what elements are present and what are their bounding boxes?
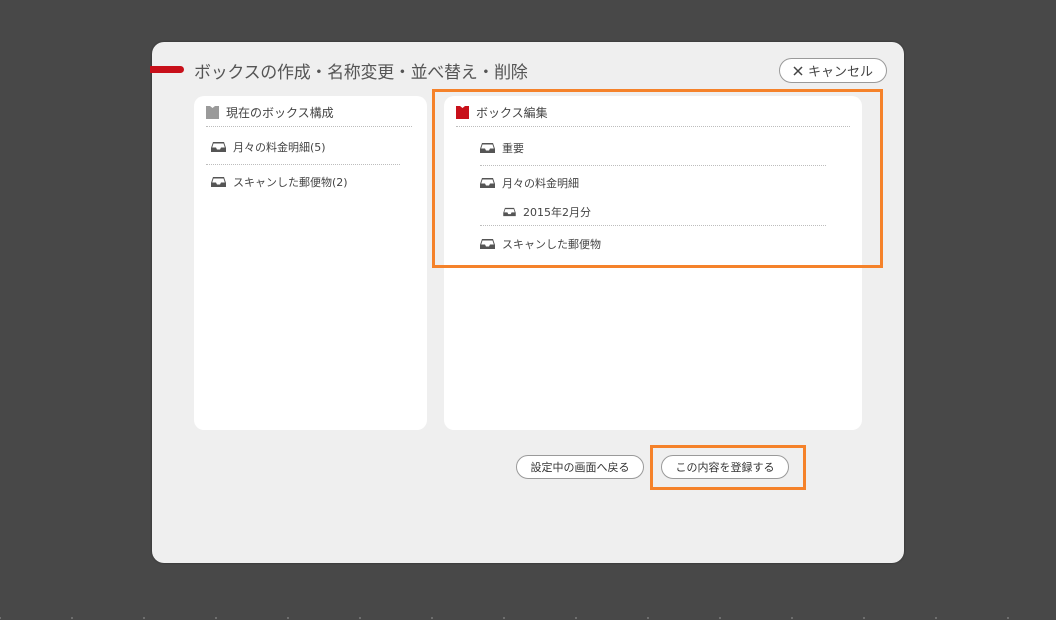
box-management-dialog: ボックスの作成・名称変更・並べ替え・削除 キャンセル 現在のボックス構成 月々の… bbox=[150, 42, 904, 563]
divider bbox=[206, 126, 412, 127]
box-edit-header: ボックス編集 bbox=[456, 104, 548, 121]
back-to-settings-button[interactable]: 設定中の画面へ戻る bbox=[516, 455, 644, 479]
list-item[interactable]: スキャンした郵便物(2) bbox=[211, 174, 348, 190]
box-edit-item-monthly[interactable]: 月々の料金明細 bbox=[480, 175, 579, 191]
list-item[interactable]: 月々の料金明細(5) bbox=[211, 139, 326, 155]
list-item-label: 重要 bbox=[502, 142, 524, 155]
box-edit-item-important[interactable]: 重要 bbox=[480, 140, 524, 156]
inbox-tray-icon bbox=[211, 142, 226, 152]
current-boxes-panel: 現在のボックス構成 月々の料金明細(5) スキャンした郵便物(2) bbox=[194, 96, 427, 430]
box-icon bbox=[456, 106, 469, 119]
back-button-label: 設定中の画面へ戻る bbox=[530, 461, 630, 474]
box-edit-panel: ボックス編集 重要 月々の料金明細 2015年2月分 スキャンした郵便物 bbox=[444, 96, 862, 430]
box-edit-subitem-feb-2015[interactable]: 2015年2月分 bbox=[503, 204, 591, 220]
close-icon bbox=[793, 65, 803, 76]
cancel-label: キャンセル bbox=[807, 65, 873, 80]
box-edit-item-scanned-mail[interactable]: スキャンした郵便物 bbox=[480, 236, 601, 252]
inbox-tray-icon bbox=[480, 239, 495, 249]
list-item-label: 月々の料金明細 bbox=[502, 177, 579, 190]
list-item-label: スキャンした郵便物 bbox=[502, 238, 601, 251]
cancel-button[interactable]: キャンセル bbox=[779, 58, 887, 83]
inbox-tray-icon bbox=[503, 207, 516, 217]
current-boxes-title: 現在のボックス構成 bbox=[226, 106, 334, 120]
divider bbox=[480, 225, 826, 226]
title-accent-bar bbox=[150, 66, 184, 73]
inbox-tray-icon bbox=[211, 177, 226, 187]
list-item-label: スキャンした郵便物(2) bbox=[233, 176, 348, 189]
list-item-label: 2015年2月分 bbox=[523, 206, 591, 219]
register-button-label: この内容を登録する bbox=[675, 461, 775, 474]
divider bbox=[480, 165, 826, 166]
box-icon bbox=[206, 106, 219, 119]
inbox-tray-icon bbox=[480, 178, 495, 188]
dialog-title: ボックスの作成・名称変更・並べ替え・削除 bbox=[194, 63, 528, 83]
box-edit-title: ボックス編集 bbox=[476, 106, 548, 120]
current-boxes-header: 現在のボックス構成 bbox=[206, 104, 334, 121]
register-button[interactable]: この内容を登録する bbox=[661, 455, 789, 479]
divider bbox=[456, 126, 850, 127]
list-item-label: 月々の料金明細(5) bbox=[233, 141, 326, 154]
divider bbox=[206, 164, 400, 165]
backdrop-dots bbox=[0, 617, 1056, 619]
inbox-tray-icon bbox=[480, 143, 495, 153]
